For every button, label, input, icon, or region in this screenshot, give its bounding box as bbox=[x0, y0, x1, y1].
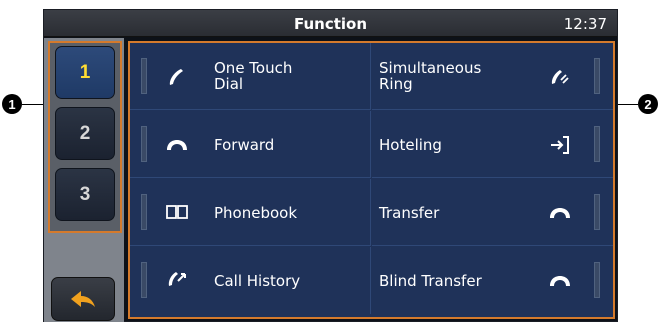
page-tab-1-label: 1 bbox=[79, 61, 91, 83]
function-label: Forward bbox=[214, 136, 275, 154]
page-tab-1[interactable]: 1 bbox=[55, 46, 115, 99]
led-indicator bbox=[594, 262, 600, 298]
function-label: Blind Transfer bbox=[379, 272, 482, 290]
function-call-history[interactable]: Call History bbox=[130, 247, 371, 314]
page-tab-3-label: 3 bbox=[79, 183, 91, 205]
back-arrow-icon bbox=[71, 291, 95, 307]
function-label: One Touch Dial bbox=[214, 60, 292, 92]
function-one-touch-dial[interactable]: One Touch Dial bbox=[130, 43, 371, 110]
function-phonebook[interactable]: Phonebook bbox=[130, 179, 371, 246]
page-tab-3[interactable]: 3 bbox=[55, 168, 115, 221]
led-indicator bbox=[594, 126, 600, 162]
function-blind-transfer[interactable]: Blind Transfer bbox=[372, 247, 613, 314]
callout-2: 2 bbox=[638, 94, 658, 114]
forward-handset-icon bbox=[164, 132, 190, 158]
callout-2-leader bbox=[615, 104, 638, 105]
callout-1: 1 bbox=[2, 94, 22, 114]
function-label-line-2: Ring bbox=[379, 75, 413, 93]
function-forward[interactable]: Forward bbox=[130, 111, 371, 178]
page-sidebar: 1 2 3 bbox=[44, 38, 124, 322]
function-label-line-1: Simultaneous bbox=[379, 59, 482, 77]
transfer-handset-icon bbox=[547, 200, 573, 226]
function-label: Call History bbox=[214, 272, 301, 290]
screen-title: Function bbox=[293, 15, 368, 33]
page-tab-2-label: 2 bbox=[79, 122, 91, 144]
led-indicator bbox=[141, 194, 147, 230]
function-transfer[interactable]: Transfer bbox=[372, 179, 613, 246]
login-arrow-icon bbox=[547, 132, 573, 158]
page-selector: 1 2 3 bbox=[48, 41, 122, 233]
function-grid: One Touch Dial Forward Phonebook Call Hi… bbox=[128, 41, 615, 319]
function-hoteling[interactable]: Hoteling bbox=[372, 111, 613, 178]
book-icon bbox=[164, 199, 190, 225]
function-label: Simultaneous Ring bbox=[379, 60, 481, 92]
led-indicator bbox=[594, 58, 600, 94]
function-label-line-1: One Touch bbox=[214, 59, 293, 77]
function-label: Hoteling bbox=[379, 136, 442, 154]
clock: 12:37 bbox=[563, 15, 607, 33]
led-indicator bbox=[141, 126, 147, 162]
function-label: Transfer bbox=[379, 204, 440, 222]
blind-transfer-icon bbox=[547, 268, 573, 294]
phone-screen: Function 12:37 1 2 3 One Touch Dial Forw… bbox=[43, 9, 618, 322]
function-simultaneous-ring[interactable]: Simultaneous Ring bbox=[372, 43, 613, 110]
callout-2-label: 2 bbox=[644, 96, 652, 112]
title-bar: Function 12:37 bbox=[44, 10, 617, 37]
function-label: Phonebook bbox=[214, 204, 298, 222]
led-indicator bbox=[141, 58, 147, 94]
call-history-icon bbox=[164, 267, 190, 293]
led-indicator bbox=[141, 262, 147, 298]
back-button[interactable] bbox=[51, 277, 115, 321]
page-tab-2[interactable]: 2 bbox=[55, 107, 115, 160]
function-label-line-2: Dial bbox=[214, 75, 244, 93]
led-indicator bbox=[594, 194, 600, 230]
callout-1-label: 1 bbox=[8, 96, 16, 112]
simultaneous-ring-icon bbox=[547, 64, 573, 90]
handset-icon bbox=[164, 64, 190, 90]
